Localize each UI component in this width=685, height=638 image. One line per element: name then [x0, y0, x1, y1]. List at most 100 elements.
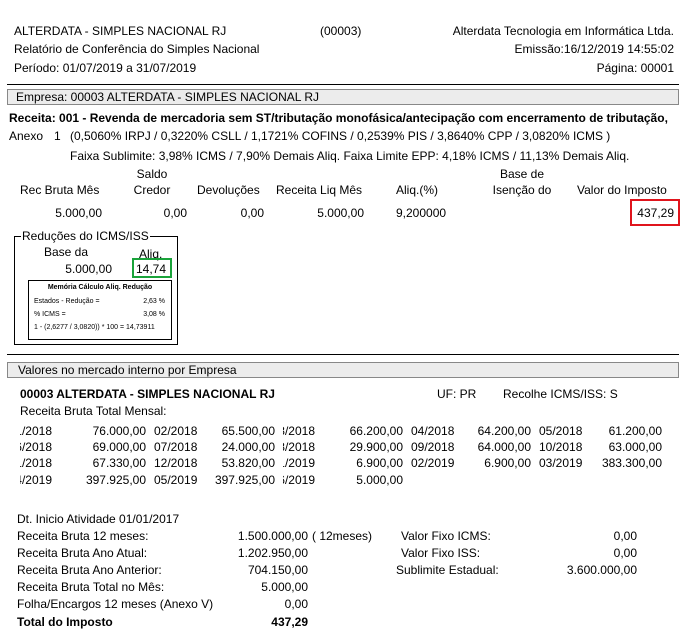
summary-right-label: Valor Fixo ISS:	[401, 546, 481, 560]
faixa-sublimite: Faixa Sublimite: 3,98% ICMS / 7,90% Dema…	[70, 149, 630, 163]
header-divider	[7, 84, 679, 85]
summary-right-label: Sublimite Estadual:	[396, 563, 499, 577]
month-label: 06/2018	[20, 440, 52, 454]
summary-extra: ( 12meses)	[312, 529, 373, 543]
month-label: 05/2018	[539, 424, 583, 438]
summary-right-value: 0,00	[613, 546, 637, 560]
month-label: 04/2019	[20, 473, 52, 487]
reducoes-aliq-value: 14,74	[136, 262, 167, 276]
page-number: Página: 00001	[596, 61, 674, 75]
month-label: 04/2018	[411, 424, 455, 438]
memo-line1-label: Estados - Redução =	[34, 298, 100, 305]
month-label: 12/2018	[154, 456, 198, 470]
memo-line2-value: 3,08 %	[143, 311, 165, 318]
inicio-atividade: Dt. Inicio Atividade 01/01/2017	[17, 512, 180, 526]
company-code: (00003)	[320, 24, 362, 38]
reducoes-base-label: Base da	[44, 245, 89, 259]
month-value: 69.000,00	[92, 440, 146, 454]
summary-label: Receita Bruta Total no Mês:	[17, 580, 165, 594]
month-value: 5.000,00	[356, 473, 403, 487]
summary-label: Receita Bruta Ano Anterior:	[17, 563, 162, 577]
total-imposto-label: Total do Imposto	[17, 615, 113, 629]
month-label: 01/2019	[283, 456, 315, 470]
col-base-isencao-1: Base de	[499, 167, 545, 181]
memo-title: Memória Cálculo Aliq. Redução	[47, 284, 153, 291]
month-label: 06/2019	[283, 473, 315, 487]
col-saldo-1: Saldo	[136, 167, 168, 181]
summary-value: 1.500.000,00	[237, 529, 308, 543]
summary-value: 1.202.950,00	[237, 546, 308, 560]
summary-value: 5.000,00	[261, 580, 308, 594]
mercado-band-label: Valores no mercado interno por Empresa	[18, 363, 237, 377]
total-imposto-value: 437,29	[271, 615, 308, 629]
month-value: 6.900,00	[356, 456, 403, 470]
month-value: 66.200,00	[349, 424, 403, 438]
empresa-band-label: Empresa: 00003 ALTERDATA - SIMPLES NACIO…	[16, 90, 319, 104]
month-label: 02/2019	[411, 456, 455, 470]
receita-title: Receita: 001 - Revenda de mercadoria sem…	[9, 111, 668, 125]
anexo-number: 1	[54, 129, 61, 143]
month-value: 64.000,00	[477, 440, 531, 454]
summary-label: Folha/Encargos 12 meses (Anexo V)	[17, 597, 214, 611]
summary-right-label: Valor Fixo ICMS:	[401, 529, 491, 543]
reducoes-title: Reduções do ICMS/ISS	[21, 229, 150, 243]
col-rec-bruta: Rec Bruta Mês	[20, 183, 100, 197]
emission-date: Emissão:16/12/2019 14:55:02	[514, 42, 674, 56]
summary-value: 0,00	[284, 597, 308, 611]
month-label: 10/2018	[539, 440, 583, 454]
summary-right-value: 0,00	[613, 529, 637, 543]
val-rec-bruta: 5.000,00	[55, 206, 102, 220]
summary-right-value: 3.600.000,00	[566, 563, 637, 577]
report-period: Período: 01/07/2019 a 31/07/2019	[14, 61, 196, 75]
anexo-detail: (0,5060% IRPJ / 0,3220% CSLL / 1,1721% C…	[70, 129, 611, 143]
empresa2-recolhe: Recolhe ICMS/ISS: S	[503, 387, 618, 401]
col-base-isencao-2: Isenção do	[492, 183, 552, 197]
month-label: 07/2018	[154, 440, 198, 454]
month-value: 67.330,00	[92, 456, 146, 470]
month-label: 01/2018	[20, 424, 52, 438]
col-receita-liq: Receita Liq Mês	[276, 183, 363, 197]
val-saldo: 0,00	[163, 206, 187, 220]
report-title: Relatório de Conferência do Simples Naci…	[14, 42, 260, 56]
col-aliq: Aliq.(%)	[396, 183, 439, 197]
month-label: 03/2018	[283, 424, 315, 438]
month-value: 76.000,00	[92, 424, 146, 438]
summary-label: Receita Bruta 12 meses:	[17, 529, 149, 543]
month-label: 08/2018	[283, 440, 315, 454]
empresa2-name: 00003 ALTERDATA - SIMPLES NACIONAL RJ	[20, 387, 275, 401]
rbt-label: Receita Bruta Total Mensal:	[20, 404, 167, 418]
company-title: ALTERDATA - SIMPLES NACIONAL RJ	[14, 24, 227, 38]
month-value: 397.925,00	[85, 473, 146, 487]
summary-label: Receita Bruta Ano Atual:	[17, 546, 148, 560]
month-label: 05/2019	[154, 473, 198, 487]
month-value: 53.820,00	[221, 456, 275, 470]
month-label: 09/2018	[411, 440, 455, 454]
memo-line2-label: % ICMS =	[34, 311, 66, 318]
month-value: 383.300,00	[601, 456, 662, 470]
empresa2-uf: UF: PR	[437, 387, 477, 401]
month-label: 02/2018	[154, 424, 198, 438]
val-devolucoes: 0,00	[240, 206, 264, 220]
memo-line3: 1 - (2,6277 / 3,0820)) * 100 = 14,73911	[34, 324, 155, 331]
col-valor-imposto: Valor do Imposto	[577, 183, 667, 197]
month-value: 61.200,00	[608, 424, 662, 438]
summary-value: 704.150,00	[247, 563, 308, 577]
reducoes-base-value: 5.000,00	[65, 262, 112, 276]
col-saldo-2: Credor	[133, 183, 171, 197]
month-value: 63.000,00	[608, 440, 662, 454]
month-value: 29.900,00	[349, 440, 403, 454]
section-divider	[7, 354, 679, 355]
month-value: 64.200,00	[477, 424, 531, 438]
month-value: 65.500,00	[221, 424, 275, 438]
memo-line1-value: 2,63 %	[143, 298, 165, 305]
month-label: 11/2018	[20, 456, 52, 470]
anexo-label: Anexo	[9, 129, 44, 143]
month-value: 24.000,00	[221, 440, 275, 454]
val-valor-imposto: 437,29	[637, 206, 674, 220]
val-aliq: 9,200000	[396, 206, 447, 220]
col-devolucoes: Devoluções	[197, 183, 260, 197]
month-value: 6.900,00	[484, 456, 531, 470]
vendor-name: Alterdata Tecnologia em Informática Ltda…	[452, 24, 674, 38]
month-value: 397.925,00	[214, 473, 275, 487]
month-label: 03/2019	[539, 456, 583, 470]
